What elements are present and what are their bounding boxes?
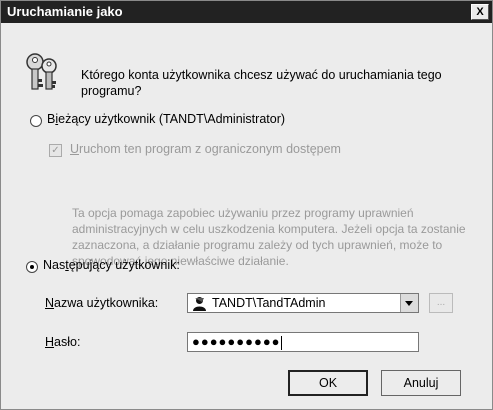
current-user-label[interactable]: Bieżący użytkownik (TANDT\Administrator) xyxy=(47,112,285,126)
restricted-label: Uruchom ten program z ograniczonym dostę… xyxy=(70,142,341,156)
keys-icon xyxy=(26,53,57,90)
password-label: Hasło: xyxy=(45,335,81,349)
title-bar[interactable]: Uruchamianie jako X xyxy=(1,1,492,23)
dropdown-arrow-button[interactable] xyxy=(400,294,418,312)
following-user-label[interactable]: Następujący użytkownik: xyxy=(43,258,180,272)
run-as-dialog: Uruchamianie jako X Którego konta użytko… xyxy=(0,0,493,410)
window-title: Uruchamianie jako xyxy=(7,4,123,19)
username-value: TANDT\TandTAdmin xyxy=(212,296,326,310)
ok-button[interactable]: OK xyxy=(288,370,368,396)
cancel-button[interactable]: Anuluj xyxy=(381,370,461,396)
username-label: Nazwa użytkownika: xyxy=(45,296,159,310)
restricted-checkbox[interactable]: ✓ xyxy=(49,144,62,157)
username-combobox[interactable]: TANDT\TandTAdmin xyxy=(187,293,419,313)
close-button[interactable]: X xyxy=(471,4,489,20)
following-user-radio[interactable] xyxy=(26,261,38,273)
user-icon xyxy=(193,297,206,311)
account-question: Którego konta użytkownika chcesz używać … xyxy=(81,68,442,98)
browse-users-button[interactable]: ... xyxy=(429,293,453,313)
password-field[interactable]: ●●●●●●●●●● xyxy=(187,332,419,352)
current-user-radio[interactable] xyxy=(30,115,42,127)
